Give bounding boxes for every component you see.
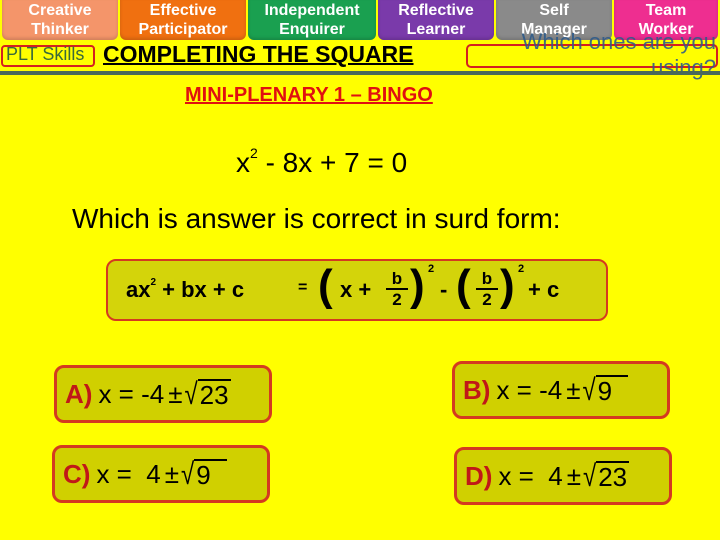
fraction-denominator: 2 <box>482 290 492 309</box>
fraction-numerator: b <box>386 269 408 290</box>
plt-skills-label: PLT Skills <box>6 44 85 64</box>
header-divider <box>0 71 720 75</box>
radicand: 23 <box>197 379 231 410</box>
answer-prefix: x = 4 <box>96 458 161 489</box>
subtitle: MINI-PLENARY 1 – BINGO <box>185 84 433 106</box>
formula-plus-c: + c <box>528 277 560 302</box>
tab-line2: Thinker <box>31 21 89 38</box>
tab-line1: Effective <box>149 2 217 19</box>
tab-line2: Enquirer <box>279 21 345 38</box>
tab-line2: Participator <box>138 21 228 38</box>
formula-minus: - <box>440 277 448 302</box>
answer-prefix: x = -4 <box>98 378 165 409</box>
formula-open-paren-1: ( <box>318 261 333 310</box>
formula-x-plus: x + <box>340 277 372 302</box>
answer-c-button[interactable]: C) x = 4 ± √ 9 <box>52 445 270 503</box>
plus-minus-sign: ± <box>566 460 582 491</box>
equation-rest: - 8x + 7 = 0 <box>257 147 408 178</box>
plt-tab-independent-enquirer[interactable]: Independent Enquirer <box>248 0 376 40</box>
square-root: √ 23 <box>583 460 630 493</box>
plus-minus-sign: ± <box>164 458 180 489</box>
formula-square-2: 2 <box>518 263 525 275</box>
answer-b-button[interactable]: B) x = -4 ± √ 9 <box>452 361 670 419</box>
radicand: 9 <box>194 459 227 489</box>
answer-label: C) <box>63 458 91 489</box>
page-title: COMPLETING THE SQUARE <box>103 41 414 67</box>
question-text: Which is answer is correct in surd form: <box>72 203 561 234</box>
formula-close-paren-1: ) <box>410 261 425 310</box>
formula-equals: = <box>298 279 308 296</box>
formula-fraction-2: b 2 <box>476 269 498 309</box>
radical-icon: √ <box>184 377 198 412</box>
formula-lhs: ax2 + bx + c <box>126 277 244 303</box>
formula-lhs-rest: + bx + c <box>156 277 245 302</box>
plus-minus-sign: ± <box>168 378 183 409</box>
answer-label: A) <box>65 378 93 409</box>
formula-open-paren-2: ( <box>456 261 471 310</box>
square-root: √ 9 <box>181 458 227 491</box>
answer-d-button[interactable]: D) x = 4 ± √ 23 <box>454 447 672 505</box>
tab-line1: Creative <box>28 2 92 19</box>
formula-close-paren-2: ) <box>500 261 515 310</box>
tab-line1: Self <box>539 2 569 19</box>
fraction-numerator: b <box>476 269 498 290</box>
equation-exponent: 2 <box>250 145 258 161</box>
tab-line1: Reflective <box>398 2 474 19</box>
tab-line1: Team <box>645 2 687 19</box>
formula-lhs-ax: ax <box>126 277 151 302</box>
square-root: √ 9 <box>582 374 629 407</box>
radicand: 9 <box>595 375 629 405</box>
radicand: 23 <box>596 461 630 492</box>
plt-tab-creative-thinker[interactable]: Creative Thinker <box>2 0 118 40</box>
answer-prefix: x = -4 <box>496 374 563 405</box>
radical-icon: √ <box>181 457 195 492</box>
quadratic-equation: x2 - 8x + 7 = 0 <box>236 145 407 179</box>
plt-tab-effective-participator[interactable]: Effective Participator <box>120 0 246 40</box>
equation-base: x <box>236 147 250 178</box>
answer-label: D) <box>465 460 493 491</box>
radical-icon: √ <box>583 459 597 494</box>
formula-fraction-1: b 2 <box>386 269 408 309</box>
tab-line1: Independent <box>264 2 360 19</box>
answer-prefix: x = 4 <box>498 460 563 491</box>
plus-minus-sign: ± <box>566 374 581 405</box>
answer-label: B) <box>463 374 491 405</box>
completing-square-formula: ax2 + bx + c = ( x + b 2 ) 2 - ( b 2 ) 2… <box>106 259 608 321</box>
radical-icon: √ <box>582 373 596 408</box>
formula-square-1: 2 <box>428 263 435 275</box>
fraction-denominator: 2 <box>392 290 402 309</box>
square-root: √ 23 <box>184 378 231 411</box>
answer-a-button[interactable]: A) x = -4 ± √ 23 <box>54 365 272 423</box>
